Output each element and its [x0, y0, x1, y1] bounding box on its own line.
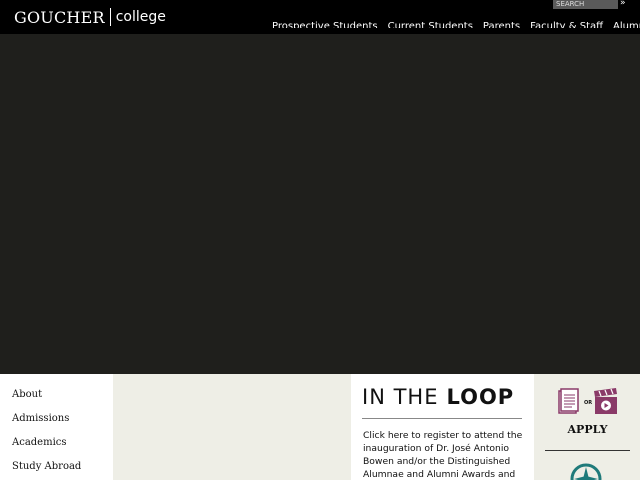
- logo-divider: [109, 8, 111, 26]
- logo-wordmark: GOUCHER: [14, 7, 105, 27]
- logo-subtitle: college: [115, 9, 166, 25]
- in-the-loop-heading: IN THE LOOP: [362, 385, 514, 409]
- loop-divider: [362, 418, 522, 419]
- apply-panel: OR APPLY: [535, 374, 640, 480]
- nav-prospective-students[interactable]: Prospective Students: [272, 20, 378, 28]
- apply-divider: [545, 450, 630, 451]
- apply-icons[interactable]: OR: [557, 387, 619, 417]
- search-submit-icon[interactable]: »: [620, 0, 632, 9]
- nav-parents[interactable]: Parents: [483, 20, 520, 28]
- video-clapper-icon: [594, 388, 617, 414]
- side-navigation: About Admissions Academics Study Abroad: [0, 374, 113, 480]
- sidenav-admissions[interactable]: Admissions: [12, 413, 69, 424]
- top-navigation: Prospective Students Current Students Pare…: [272, 14, 640, 28]
- nav-faculty-staff[interactable]: Faculty & Staff: [530, 20, 603, 28]
- nav-alumni[interactable]: Alumnae/i: [613, 20, 640, 28]
- sidenav-about[interactable]: About: [12, 389, 42, 400]
- hero-slideshow: [0, 34, 640, 374]
- sidenav-study-abroad[interactable]: Study Abroad: [12, 461, 81, 472]
- in-the-loop-panel: IN THE LOOP Click here to register to at…: [351, 374, 534, 480]
- nav-current-students[interactable]: Current Students: [388, 20, 473, 28]
- loop-heading-word: LOOP: [446, 385, 515, 409]
- site-header: GOUCHER college » Prospective Students Cu…: [0, 0, 640, 34]
- sidenav-academics[interactable]: Academics: [12, 437, 67, 448]
- apply-link[interactable]: APPLY: [535, 423, 640, 436]
- goucher-logo[interactable]: GOUCHER college: [14, 6, 166, 28]
- loop-heading-prefix: IN THE: [362, 385, 439, 409]
- compass-icon[interactable]: [569, 462, 603, 480]
- bottom-content: About Admissions Academics Study Abroad …: [0, 374, 640, 480]
- search-box: »: [553, 0, 640, 10]
- document-icon: [558, 388, 579, 414]
- or-label: OR: [584, 400, 592, 406]
- search-input[interactable]: [553, 0, 618, 9]
- loop-announcement-link[interactable]: Click here to register to attend the ina…: [363, 429, 527, 480]
